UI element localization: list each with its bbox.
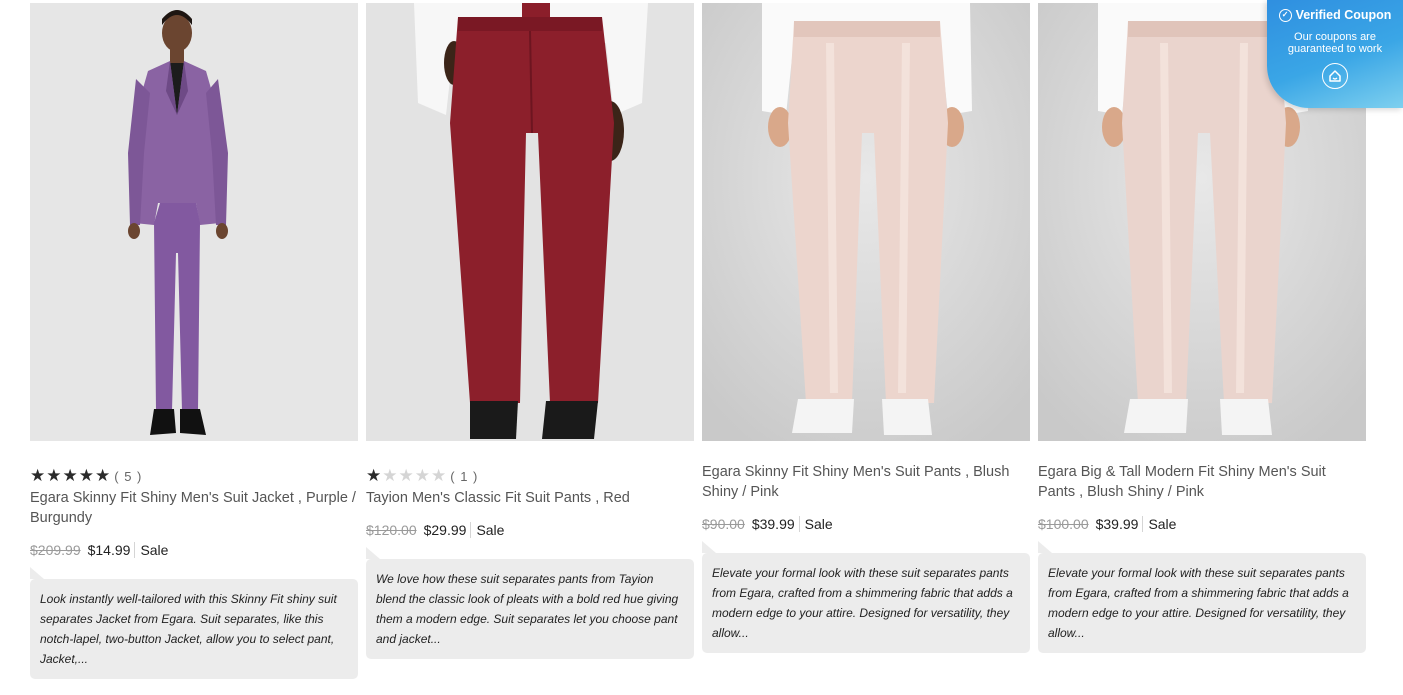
blush-pants-image bbox=[702, 3, 1030, 441]
star-icon: ★ bbox=[431, 465, 447, 486]
purple-suit-image bbox=[30, 3, 358, 441]
sale-label: Sale bbox=[470, 522, 504, 538]
sale-price: $29.99 bbox=[423, 522, 467, 538]
star-icon: ★ bbox=[46, 465, 62, 486]
product-card: ★ ★ ★ ★ ★ ( 5 ) Egara Skinny Fit Shiny M… bbox=[30, 3, 358, 679]
star-icon: ★ bbox=[382, 465, 398, 486]
sale-label: Sale bbox=[1142, 516, 1176, 532]
product-description: Elevate your formal look with these suit… bbox=[1038, 541, 1366, 653]
product-description: Elevate your formal look with these suit… bbox=[702, 541, 1030, 653]
verified-coupon-badge[interactable]: ✓ Verified Coupon Our coupons are guaran… bbox=[1267, 0, 1403, 108]
star-icon: ★ bbox=[78, 465, 94, 486]
sale-label: Sale bbox=[798, 516, 833, 532]
original-price: $120.00 bbox=[366, 522, 417, 538]
coupon-logo-icon[interactable] bbox=[1322, 63, 1348, 89]
star-icon: ★ bbox=[398, 465, 414, 486]
coupon-header: ✓ Verified Coupon bbox=[1267, 8, 1403, 22]
coupon-subtitle: Our coupons are guaranteed to work bbox=[1287, 31, 1383, 55]
sale-price: $14.99 bbox=[87, 542, 131, 558]
check-circle-icon: ✓ bbox=[1278, 8, 1292, 22]
product-description: Look instantly well-tailored with this S… bbox=[30, 567, 358, 679]
sale-price: $39.99 bbox=[751, 516, 795, 532]
price-row: $100.00 $39.99 Sale bbox=[1038, 514, 1366, 534]
product-image[interactable] bbox=[366, 3, 694, 441]
red-pants-image bbox=[366, 3, 694, 441]
star-icon: ★ bbox=[95, 465, 111, 486]
star-rating[interactable]: ★ ★ ★ ★ ★ ( 5 ) bbox=[30, 464, 358, 488]
stars: ★ ★ ★ ★ ★ bbox=[366, 465, 447, 486]
product-info: Egara Big & Tall Modern Fit Shiny Men's … bbox=[1038, 441, 1366, 653]
product-card: Egara Skinny Fit Shiny Men's Suit Pants … bbox=[702, 3, 1030, 679]
original-price: $209.99 bbox=[30, 542, 81, 558]
star-icon: ★ bbox=[414, 465, 430, 486]
product-title[interactable]: Egara Big & Tall Modern Fit Shiny Men's … bbox=[1038, 462, 1366, 502]
star-icon: ★ bbox=[62, 465, 78, 486]
product-card: ★ ★ ★ ★ ★ ( 1 ) Tayion Men's Classic Fit… bbox=[366, 3, 694, 679]
review-count: ( 1 ) bbox=[450, 468, 479, 484]
product-title[interactable]: Egara Skinny Fit Shiny Men's Suit Pants … bbox=[702, 462, 1030, 502]
star-icon: ★ bbox=[366, 465, 382, 486]
star-rating[interactable]: ★ ★ ★ ★ ★ ( 1 ) bbox=[366, 464, 694, 488]
product-description: We love how these suit separates pants f… bbox=[366, 547, 694, 659]
price-row: $209.99 $14.99 Sale bbox=[30, 540, 358, 560]
sale-label: Sale bbox=[134, 542, 168, 558]
coupon-title: Verified Coupon bbox=[1295, 8, 1392, 22]
product-image[interactable] bbox=[30, 3, 358, 441]
product-title[interactable]: Tayion Men's Classic Fit Suit Pants , Re… bbox=[366, 488, 694, 508]
review-count: ( 5 ) bbox=[114, 468, 143, 484]
price-row: $90.00 $39.99 Sale bbox=[702, 514, 1030, 534]
product-info: ★ ★ ★ ★ ★ ( 5 ) Egara Skinny Fit Shiny M… bbox=[30, 441, 358, 679]
stars: ★ ★ ★ ★ ★ bbox=[30, 465, 111, 486]
product-grid: ★ ★ ★ ★ ★ ( 5 ) Egara Skinny Fit Shiny M… bbox=[30, 3, 1366, 679]
product-image[interactable] bbox=[702, 3, 1030, 441]
product-info: Egara Skinny Fit Shiny Men's Suit Pants … bbox=[702, 441, 1030, 653]
price-row: $120.00 $29.99 Sale bbox=[366, 520, 694, 540]
sale-price: $39.99 bbox=[1095, 516, 1139, 532]
original-price: $100.00 bbox=[1038, 516, 1089, 532]
product-title[interactable]: Egara Skinny Fit Shiny Men's Suit Jacket… bbox=[30, 488, 358, 528]
coupon-tag-icon bbox=[1329, 70, 1341, 82]
product-info: ★ ★ ★ ★ ★ ( 1 ) Tayion Men's Classic Fit… bbox=[366, 441, 694, 659]
original-price: $90.00 bbox=[702, 516, 745, 532]
star-icon: ★ bbox=[30, 465, 46, 486]
